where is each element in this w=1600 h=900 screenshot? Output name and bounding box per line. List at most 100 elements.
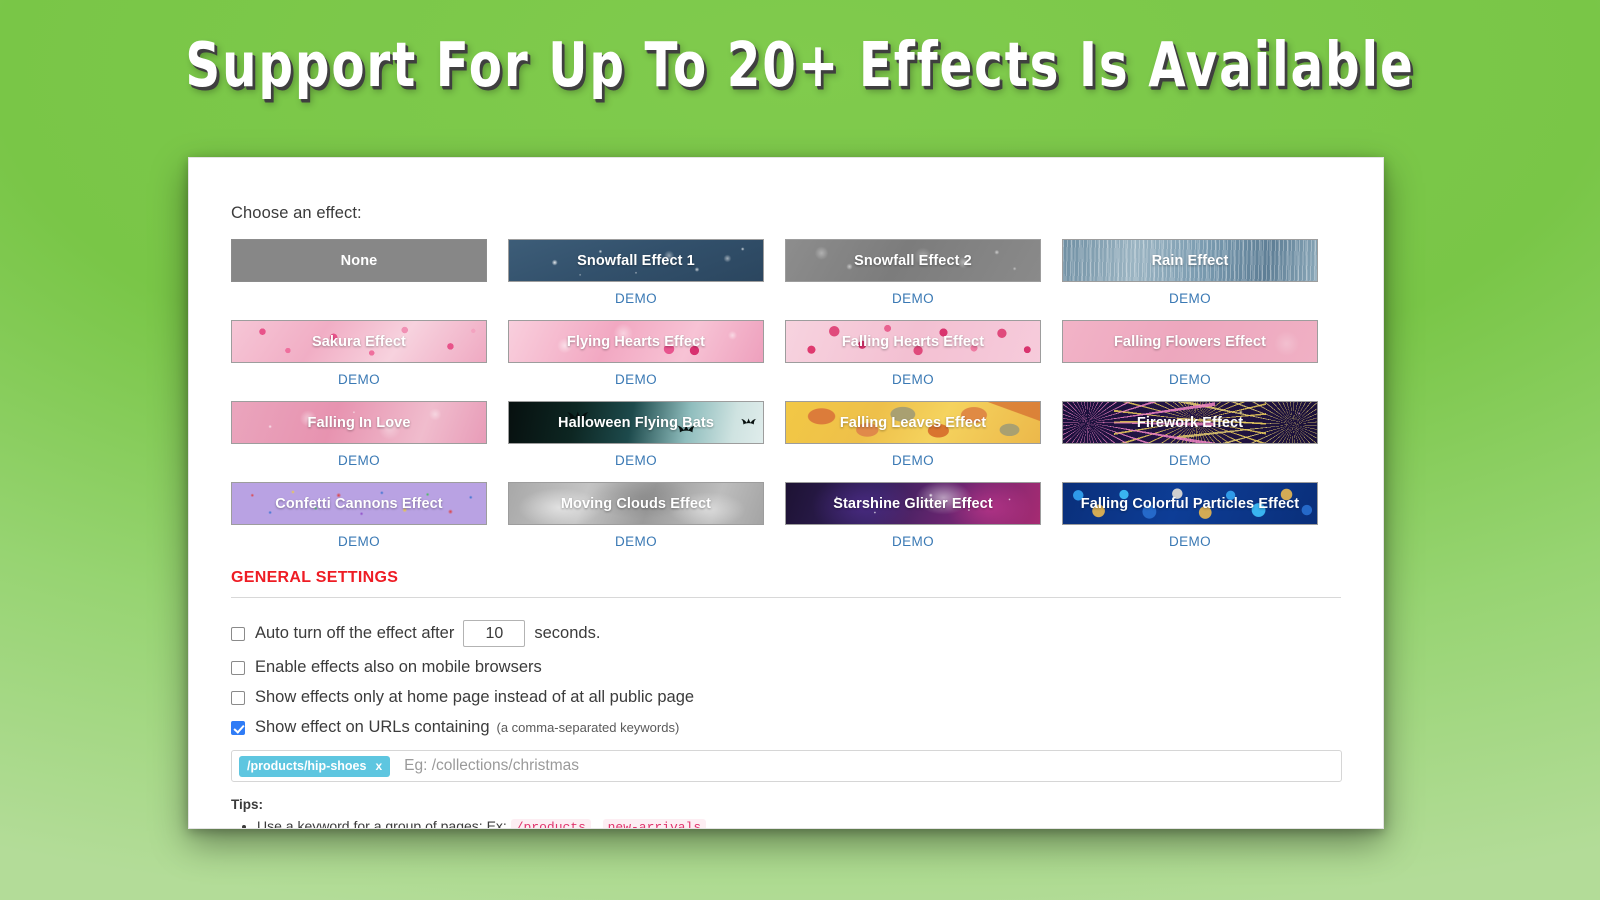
effect-thumbnail bbox=[1063, 402, 1317, 443]
url-keywords-field[interactable]: /products/hip-shoes x bbox=[231, 750, 1342, 782]
effect-cell: Falling Hearts Effect DEMO bbox=[785, 320, 1041, 401]
settings-divider bbox=[231, 597, 1341, 598]
tip-item: Use a keyword for a group of pages: Ex: … bbox=[257, 816, 1341, 829]
effect-thumbnail bbox=[1063, 240, 1317, 281]
mobile-browsers-label: Enable effects also on mobile browsers bbox=[255, 658, 542, 676]
effect-cell: Flying Hearts Effect DEMO bbox=[508, 320, 764, 401]
effect-cell: Falling Leaves Effect DEMO bbox=[785, 401, 1041, 482]
effect-card-none[interactable]: None bbox=[231, 239, 487, 282]
tips-list: Use a keyword for a group of pages: Ex: … bbox=[257, 816, 1341, 829]
effect-card-falling-flowers-effect[interactable]: Falling Flowers Effect bbox=[1062, 320, 1318, 363]
effect-cell: Moving Clouds Effect DEMO bbox=[508, 482, 764, 563]
tip-code: /products bbox=[510, 819, 591, 828]
effect-thumbnail bbox=[509, 321, 763, 362]
effect-thumbnail bbox=[509, 240, 763, 281]
tips-label: Tips: bbox=[231, 797, 264, 812]
effect-cell: Rain Effect DEMO bbox=[1062, 239, 1318, 320]
auto-turn-off-checkbox[interactable] bbox=[231, 626, 245, 641]
show-on-urls-note: (a comma-separated keywords) bbox=[496, 720, 680, 735]
setting-row-mobile: Enable effects also on mobile browsers bbox=[231, 658, 1341, 677]
url-keywords-input[interactable] bbox=[404, 757, 1334, 775]
home-page-only-label: Show effects only at home page instead o… bbox=[255, 688, 695, 706]
effect-card-falling-in-love[interactable]: Falling In Love bbox=[231, 401, 487, 444]
effect-card-snowfall-effect-2[interactable]: Snowfall Effect 2 bbox=[785, 239, 1041, 282]
demo-link[interactable]: DEMO bbox=[785, 291, 1041, 306]
page-title: Support For Up To 20+ Effects Is Availab… bbox=[185, 30, 1415, 102]
effect-thumbnail bbox=[786, 402, 1040, 443]
setting-row-urls: Show effect on URLs containing (a comma-… bbox=[231, 718, 1341, 737]
effect-thumbnail bbox=[786, 483, 1040, 524]
setting-row-home-only: Show effects only at home page instead o… bbox=[231, 688, 1341, 707]
effect-card-moving-clouds-effect[interactable]: Moving Clouds Effect bbox=[508, 482, 764, 525]
effect-thumbnail bbox=[232, 483, 486, 524]
effect-card-flying-hearts-effect[interactable]: Flying Hearts Effect bbox=[508, 320, 764, 363]
effect-thumbnail bbox=[1063, 483, 1317, 524]
tip-separator: , bbox=[590, 818, 599, 829]
demo-link[interactable]: DEMO bbox=[508, 372, 764, 387]
effect-cell: Sakura Effect DEMO bbox=[231, 320, 487, 401]
effect-card-falling-hearts-effect[interactable]: Falling Hearts Effect bbox=[785, 320, 1041, 363]
mobile-browsers-checkbox[interactable] bbox=[231, 660, 245, 675]
effect-card-halloween-flying-bats[interactable]: Halloween Flying Bats bbox=[508, 401, 764, 444]
effect-cell: Snowfall Effect 2 DEMO bbox=[785, 239, 1041, 320]
effect-thumbnail bbox=[232, 402, 486, 443]
demo-link[interactable]: DEMO bbox=[231, 534, 487, 549]
url-tag-label: /products/hip-shoes bbox=[247, 759, 367, 773]
seconds-input[interactable] bbox=[463, 620, 526, 647]
demo-link[interactable]: DEMO bbox=[231, 453, 487, 468]
panel-content: Choose an effect: None Snowfall Effect 1 D… bbox=[189, 158, 1383, 829]
effect-card-sakura-effect[interactable]: Sakura Effect bbox=[231, 320, 487, 363]
effect-card-snowfall-effect-1[interactable]: Snowfall Effect 1 bbox=[508, 239, 764, 282]
tag-list: /products/hip-shoes x bbox=[239, 755, 391, 777]
demo-link[interactable]: DEMO bbox=[1062, 453, 1318, 468]
show-on-urls-label: Show effect on URLs containing bbox=[255, 718, 490, 736]
demo-link[interactable]: DEMO bbox=[1062, 291, 1318, 306]
effect-cell: Falling Flowers Effect DEMO bbox=[1062, 320, 1318, 401]
demo-link[interactable]: DEMO bbox=[231, 372, 487, 387]
demo-link[interactable]: DEMO bbox=[1062, 534, 1318, 549]
setting-row-auto-off: Auto turn off the effect after seconds. bbox=[231, 620, 1341, 647]
effect-grid: None Snowfall Effect 1 DEMO Snowfall Effect… bbox=[231, 239, 1341, 563]
effect-thumbnail bbox=[786, 321, 1040, 362]
effect-cell: Halloween Flying Bats DEMO bbox=[508, 401, 764, 482]
tip-text: Use a keyword for a group of pages: Ex: bbox=[257, 818, 507, 829]
demo-link[interactable]: DEMO bbox=[785, 372, 1041, 387]
auto-turn-off-label-after: seconds. bbox=[534, 624, 601, 642]
demo-link[interactable]: DEMO bbox=[1062, 372, 1318, 387]
effect-cell: None bbox=[231, 239, 487, 320]
general-settings-heading: GENERAL SETTINGS bbox=[231, 569, 399, 586]
effect-thumbnail bbox=[232, 321, 486, 362]
effect-card-firework-effect[interactable]: Firework Effect bbox=[1062, 401, 1318, 444]
choose-effect-label: Choose an effect: bbox=[231, 204, 362, 222]
show-on-urls-checkbox[interactable] bbox=[231, 720, 245, 735]
effect-card-starshine-glitter-effect[interactable]: Starshine Glitter Effect bbox=[785, 482, 1041, 525]
demo-link[interactable]: DEMO bbox=[508, 534, 764, 549]
effect-cell: Confetti Cannons Effect DEMO bbox=[231, 482, 487, 563]
effect-cell: Falling Colorful Particles Effect DEMO bbox=[1062, 482, 1318, 563]
effect-cell: Snowfall Effect 1 DEMO bbox=[508, 239, 764, 320]
effect-thumbnail bbox=[509, 402, 763, 443]
effect-thumbnail bbox=[232, 240, 486, 281]
effect-card-confetti-cannons-effect[interactable]: Confetti Cannons Effect bbox=[231, 482, 487, 525]
app-panel: Choose an effect: None Snowfall Effect 1 D… bbox=[188, 157, 1384, 829]
auto-turn-off-label-before: Auto turn off the effect after bbox=[255, 624, 455, 642]
url-tag-chip: /products/hip-shoes x bbox=[239, 755, 391, 777]
effect-card-falling-leaves-effect[interactable]: Falling Leaves Effect bbox=[785, 401, 1041, 444]
remove-tag-icon[interactable]: x bbox=[375, 759, 382, 773]
demo-link[interactable]: DEMO bbox=[785, 453, 1041, 468]
effect-thumbnail bbox=[509, 483, 763, 524]
effect-cell: Falling In Love DEMO bbox=[231, 401, 487, 482]
demo-link[interactable]: DEMO bbox=[785, 534, 1041, 549]
effect-cell: Firework Effect DEMO bbox=[1062, 401, 1318, 482]
effect-cell: Starshine Glitter Effect DEMO bbox=[785, 482, 1041, 563]
effect-card-falling-colorful-particles-effect[interactable]: Falling Colorful Particles Effect bbox=[1062, 482, 1318, 525]
effect-card-rain-effect[interactable]: Rain Effect bbox=[1062, 239, 1318, 282]
home-page-only-checkbox[interactable] bbox=[231, 690, 245, 705]
demo-link[interactable]: DEMO bbox=[508, 291, 764, 306]
effect-thumbnail bbox=[786, 240, 1040, 281]
effect-thumbnail bbox=[1063, 321, 1317, 362]
tip-code: new-arrivals bbox=[602, 819, 707, 828]
demo-spacer bbox=[231, 282, 487, 318]
tip-text-suffix: ,... bbox=[706, 818, 722, 829]
demo-link[interactable]: DEMO bbox=[508, 453, 764, 468]
